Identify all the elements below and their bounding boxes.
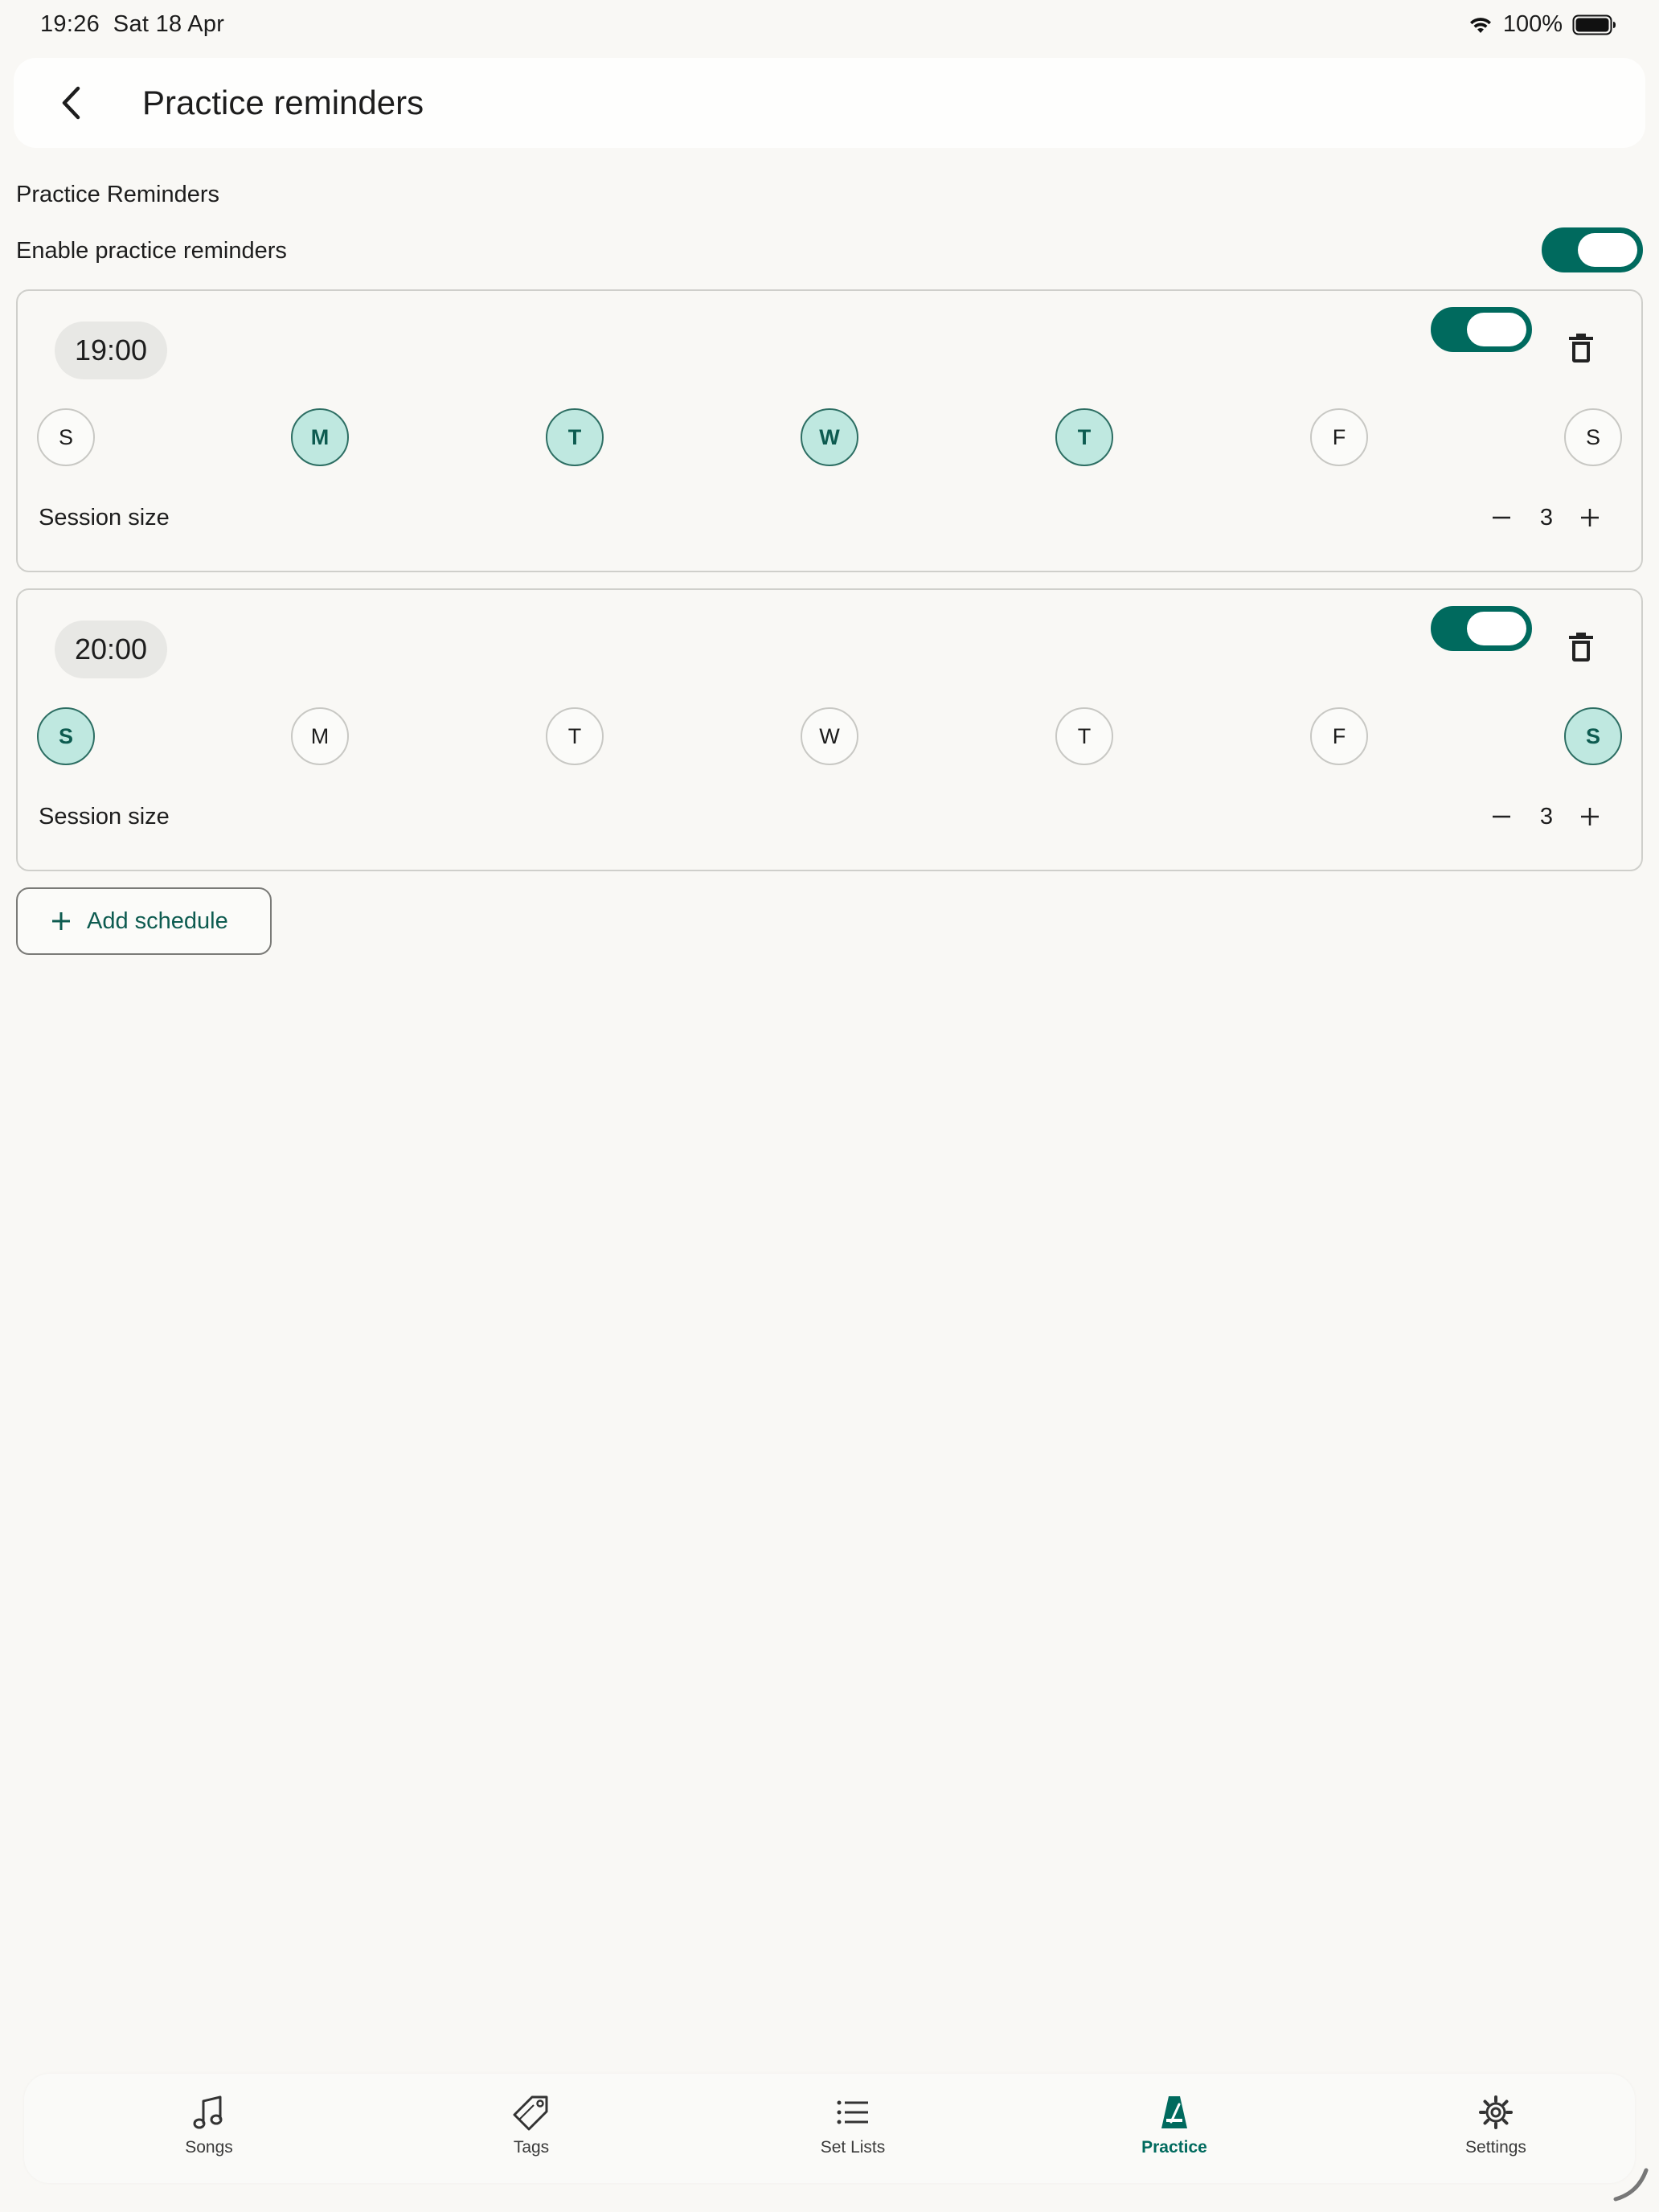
status-bar: 19:26 Sat 18 Apr 100% <box>0 0 1659 51</box>
wifi-icon <box>1469 17 1491 33</box>
nav-tags[interactable]: Tags <box>451 2093 612 2173</box>
resize-handle-icon[interactable] <box>1611 2164 1651 2204</box>
page-title: Practice reminders <box>142 84 424 121</box>
battery-icon <box>1572 14 1616 35</box>
schedule-card: 20:00 S M T W T F S Session size 3 <box>16 588 1643 871</box>
schedule-toggle[interactable] <box>1431 606 1532 651</box>
day-sunday[interactable]: S <box>37 707 95 765</box>
toggle-knob <box>1467 612 1526 645</box>
status-indicators: 100% <box>1468 11 1617 38</box>
day-wednesday[interactable]: W <box>801 707 858 765</box>
day-saturday[interactable]: S <box>1564 408 1622 466</box>
minus-icon <box>1493 815 1510 818</box>
toggle-knob <box>1578 233 1637 267</box>
decrement-button[interactable] <box>1482 797 1521 836</box>
gear-icon <box>1479 2095 1513 2129</box>
battery-percent: 100% <box>1502 11 1563 37</box>
session-size-stepper: 3 <box>1482 793 1599 841</box>
nav-songs-label: Songs <box>185 2138 233 2157</box>
increment-button[interactable] <box>1571 797 1609 836</box>
session-size-label: Session size <box>39 804 170 830</box>
trash-icon <box>1569 633 1593 662</box>
app-bar: Practice reminders <box>14 58 1645 148</box>
day-thursday[interactable]: T <box>1055 408 1113 466</box>
day-friday[interactable]: F <box>1310 707 1368 765</box>
add-schedule-button[interactable]: Add schedule <box>16 887 272 955</box>
day-tuesday[interactable]: T <box>546 408 604 466</box>
day-saturday[interactable]: S <box>1564 707 1622 765</box>
back-button[interactable] <box>49 80 94 125</box>
session-size-label: Session size <box>39 505 170 530</box>
schedule-card: 19:00 S M T W T F S Session size 3 <box>16 289 1643 572</box>
nav-settings-label: Settings <box>1465 2138 1526 2157</box>
day-monday[interactable]: M <box>291 408 349 466</box>
nav-set-lists-label: Set Lists <box>820 2138 886 2157</box>
minus-icon <box>1493 516 1510 519</box>
schedule-time-chip[interactable]: 19:00 <box>55 322 167 379</box>
status-date: Sat 18 Apr <box>113 11 225 37</box>
session-size-stepper: 3 <box>1482 494 1599 542</box>
decrement-button[interactable] <box>1482 498 1521 537</box>
plus-icon <box>48 908 74 934</box>
add-schedule-label: Add schedule <box>87 907 228 934</box>
schedule-toggle[interactable] <box>1431 307 1532 352</box>
tag-icon <box>513 2095 548 2131</box>
session-size-value: 3 <box>1539 804 1554 830</box>
music-note-icon <box>193 2095 223 2129</box>
plus-icon <box>1581 808 1599 825</box>
list-icon <box>837 2100 868 2124</box>
metronome-icon <box>1161 2096 1187 2128</box>
status-time: 19:26 Sat 18 Apr <box>40 11 224 38</box>
bottom-navigation: Songs Tags Set Lists Practice Settings <box>24 2074 1635 2183</box>
day-tuesday[interactable]: T <box>546 707 604 765</box>
enable-reminders-toggle[interactable] <box>1542 227 1643 272</box>
nav-settings[interactable]: Settings <box>1415 2093 1576 2173</box>
day-sunday[interactable]: S <box>37 408 95 466</box>
delete-schedule-button[interactable] <box>1561 328 1601 368</box>
nav-practice[interactable]: Practice <box>1094 2093 1255 2173</box>
day-friday[interactable]: F <box>1310 408 1368 466</box>
session-size-value: 3 <box>1539 505 1554 530</box>
delete-schedule-button[interactable] <box>1561 627 1601 667</box>
nav-tags-label: Tags <box>513 2138 550 2157</box>
increment-button[interactable] <box>1571 498 1609 537</box>
trash-icon <box>1569 334 1593 363</box>
nav-songs[interactable]: Songs <box>129 2093 289 2173</box>
section-title: Practice Reminders <box>16 182 220 207</box>
plus-icon <box>1581 509 1599 526</box>
schedule-time-chip[interactable]: 20:00 <box>55 621 167 678</box>
chevron-left-icon <box>62 86 80 120</box>
day-monday[interactable]: M <box>291 707 349 765</box>
status-clock: 19:26 <box>40 11 100 37</box>
nav-set-lists[interactable]: Set Lists <box>772 2093 933 2173</box>
day-thursday[interactable]: T <box>1055 707 1113 765</box>
nav-practice-label: Practice <box>1141 2138 1207 2157</box>
enable-reminders-label: Enable practice reminders <box>16 238 287 264</box>
day-wednesday[interactable]: W <box>801 408 858 466</box>
toggle-knob <box>1467 313 1526 346</box>
